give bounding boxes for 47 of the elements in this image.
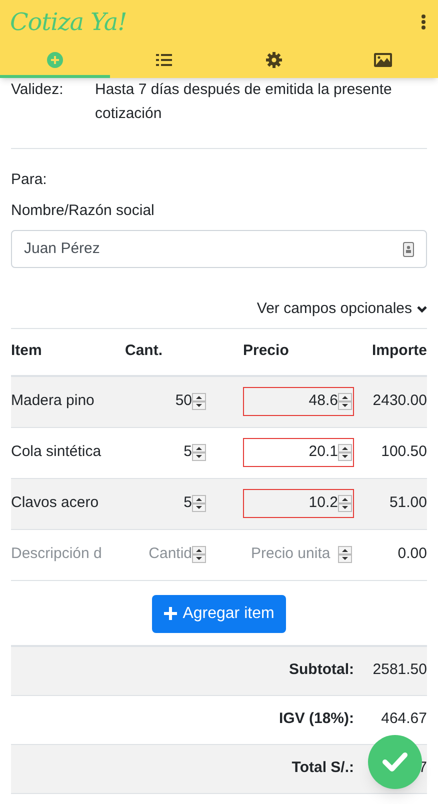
item-input-field[interactable]: Cola sintética bbox=[11, 441, 115, 464]
spinner-icon[interactable] bbox=[192, 495, 206, 512]
amount-cell-text: 2430.00 bbox=[372, 391, 427, 412]
total-label: Subtotal: bbox=[289, 660, 354, 680]
spinner-icon[interactable] bbox=[192, 444, 206, 461]
amount-cell-text: 0.00 bbox=[396, 544, 427, 564]
total-value: 464.67 bbox=[380, 709, 427, 730]
add-item-button[interactable]: Agregar item bbox=[152, 594, 286, 632]
contact-card-icon bbox=[403, 242, 414, 256]
total-value: 2581.50 bbox=[372, 660, 427, 680]
spinner-icon[interactable] bbox=[338, 393, 352, 410]
spinner-icon[interactable] bbox=[192, 393, 206, 410]
validity-label: Validez: bbox=[11, 80, 64, 100]
recipient-heading: Para: bbox=[11, 170, 47, 190]
plus-circle-icon bbox=[46, 52, 63, 68]
column-header: Precio bbox=[242, 341, 290, 362]
quantity-input-field[interactable]: 50 bbox=[115, 390, 206, 413]
amount-cell-text: 51.00 bbox=[388, 493, 427, 514]
column-header: Cant. bbox=[124, 341, 164, 362]
spinner-icon[interactable] bbox=[338, 546, 352, 563]
gear-icon bbox=[266, 52, 282, 68]
total-label: Total S/.: bbox=[292, 758, 354, 778]
quantity-input-field[interactable]: 5 bbox=[115, 441, 206, 464]
image-icon bbox=[374, 52, 392, 66]
validity-text: Hasta 7 días después de emitida la presente cotización bbox=[95, 80, 393, 124]
total-label: IGV (18%): bbox=[278, 709, 354, 730]
optional-fields-link[interactable]: Ver campos opcionales bbox=[256, 298, 427, 320]
list-icon bbox=[156, 52, 172, 66]
spinner-icon[interactable] bbox=[338, 444, 352, 461]
chevron-down-icon bbox=[417, 306, 427, 313]
spinner-icon[interactable] bbox=[338, 495, 352, 512]
plus-icon bbox=[164, 607, 177, 620]
price-input-field[interactable]: 20.1 bbox=[243, 438, 354, 467]
more-vertical-icon bbox=[420, 14, 426, 30]
check-icon bbox=[382, 752, 408, 772]
name-input-field[interactable]: Juan Pérez bbox=[11, 230, 427, 268]
quantity-input-field[interactable]: 5 bbox=[115, 492, 206, 515]
item-input-field[interactable]: Madera pino bbox=[11, 390, 115, 413]
app-logo: Cotiza Ya! bbox=[10, 7, 127, 38]
price-input-field[interactable]: 48.6 bbox=[243, 387, 354, 416]
amount-cell-text: 100.50 bbox=[380, 442, 427, 462]
price-input-field[interactable]: 10.2 bbox=[243, 489, 354, 518]
column-header: Item bbox=[11, 341, 43, 362]
spinner-icon[interactable] bbox=[192, 546, 206, 563]
field-label: Nombre/Razón social bbox=[11, 201, 154, 221]
column-header: Importe bbox=[370, 341, 427, 362]
item-input-field[interactable]: Clavos acero bbox=[11, 492, 115, 515]
